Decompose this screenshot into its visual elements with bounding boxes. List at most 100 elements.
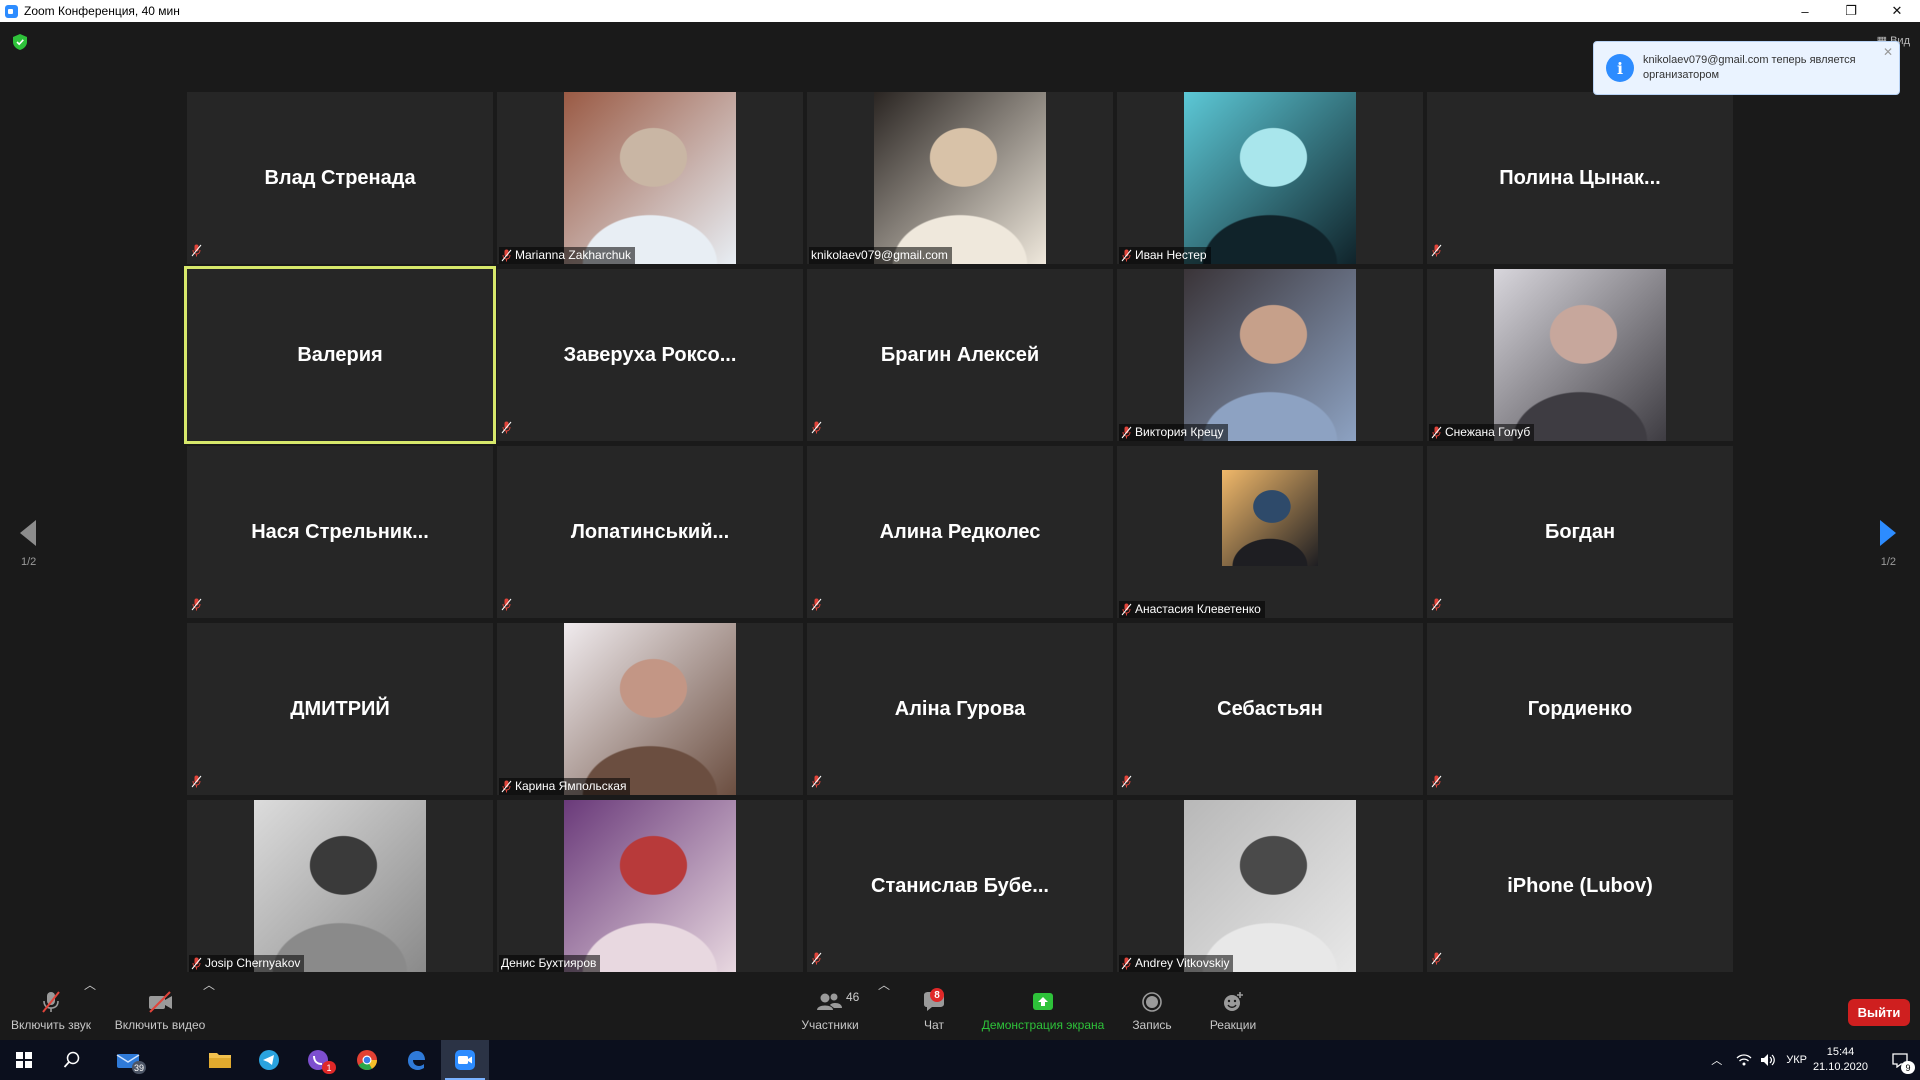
start-button[interactable] bbox=[0, 1040, 48, 1080]
chat-button[interactable]: 8 Чат bbox=[912, 976, 956, 1038]
taskbar-edge[interactable] bbox=[392, 1040, 440, 1080]
volume-icon[interactable] bbox=[1760, 1053, 1776, 1067]
participant-tile[interactable]: Заверуха Роксо... bbox=[497, 269, 803, 441]
encryption-shield-icon[interactable] bbox=[13, 34, 27, 50]
wifi-icon[interactable] bbox=[1736, 1053, 1752, 1067]
participant-name-text: Анастасия Клеветенко bbox=[1135, 602, 1261, 616]
taskbar-explorer[interactable] bbox=[196, 1040, 244, 1080]
participant-tile[interactable]: Богдан bbox=[1427, 446, 1733, 618]
participant-tile[interactable]: Денис Бухтияров bbox=[497, 800, 803, 972]
window-controls: – ❐ ✕ bbox=[1782, 0, 1920, 22]
participant-display-name: Алина Редколес bbox=[879, 520, 1041, 543]
mute-indicator bbox=[811, 952, 822, 970]
record-button[interactable]: Запись bbox=[1130, 976, 1174, 1038]
participant-tile[interactable]: Andrey Vitkovskiy bbox=[1117, 800, 1423, 972]
mute-indicator bbox=[191, 598, 202, 616]
muted-mic-icon bbox=[501, 421, 512, 434]
taskbar-mail[interactable]: 39 bbox=[104, 1040, 152, 1080]
participant-display-name: Лопатинський... bbox=[570, 520, 730, 543]
video-options-caret-icon[interactable]: ︿ bbox=[203, 976, 215, 993]
muted-mic-icon bbox=[501, 780, 512, 792]
participant-display-name: Полина Цынак... bbox=[1499, 166, 1661, 189]
share-screen-button[interactable]: Демонстрация экрана bbox=[976, 976, 1110, 1038]
participant-tile[interactable]: Иван Нестер bbox=[1117, 92, 1423, 264]
participant-tile[interactable]: iPhone (Lubov) bbox=[1427, 800, 1733, 972]
restore-button[interactable]: ❐ bbox=[1828, 0, 1874, 22]
muted-mic-icon bbox=[501, 249, 512, 261]
participant-tile[interactable]: Алина Редколес bbox=[807, 446, 1113, 618]
participant-tile[interactable]: Виктория Крецу bbox=[1117, 269, 1423, 441]
unmute-label: Включить звук bbox=[10, 1018, 92, 1032]
participants-caret-icon[interactable]: ︿ bbox=[878, 976, 890, 993]
participant-tile[interactable]: Карина Ямпольская bbox=[497, 623, 803, 795]
taskbar-viber[interactable]: 1 bbox=[294, 1040, 342, 1080]
participant-tile[interactable]: Снежана Голуб bbox=[1427, 269, 1733, 441]
mute-indicator bbox=[811, 421, 822, 439]
mute-indicator bbox=[191, 244, 202, 262]
participant-name-label: Иван Нестер bbox=[1119, 247, 1211, 264]
unmute-button[interactable]: Включить звук bbox=[8, 976, 94, 1038]
mute-indicator bbox=[811, 598, 822, 616]
window-title: Zoom Конференция, 40 мин bbox=[24, 4, 180, 18]
participant-tile[interactable]: Себастьян bbox=[1117, 623, 1423, 795]
next-page-arrow-icon[interactable] bbox=[1876, 516, 1900, 550]
action-center-button[interactable]: 9 bbox=[1880, 1040, 1920, 1080]
participant-tile[interactable]: Влад Стренада bbox=[187, 92, 493, 264]
participant-tile[interactable]: Брагин Алексей bbox=[807, 269, 1113, 441]
participant-tile[interactable]: Гордиенко bbox=[1427, 623, 1733, 795]
search-icon bbox=[63, 1051, 80, 1068]
minimize-button[interactable]: – bbox=[1782, 0, 1828, 22]
muted-mic-icon bbox=[191, 775, 202, 788]
mute-indicator bbox=[191, 775, 202, 793]
participant-tile[interactable]: knikolaev079@gmail.com bbox=[807, 92, 1113, 264]
participant-tile[interactable]: Marianna Zakharchuk bbox=[497, 92, 803, 264]
participant-tile[interactable]: Полина Цынак... bbox=[1427, 92, 1733, 264]
zoom-window: Zoom Конференция, 40 мин – ❐ ✕ ▦ Вид Вла… bbox=[0, 0, 1920, 1080]
participant-tile[interactable]: ДМИТРИЙ bbox=[187, 623, 493, 795]
participant-video-frame bbox=[874, 92, 1046, 264]
muted-mic-icon bbox=[191, 957, 202, 969]
participant-name-label: knikolaev079@gmail.com bbox=[809, 247, 952, 264]
participant-video-frame bbox=[1184, 800, 1356, 972]
participant-tile[interactable]: Анастасия Клеветенко bbox=[1117, 446, 1423, 618]
muted-mic-icon bbox=[501, 598, 512, 611]
participant-name-text: Снежана Голуб bbox=[1445, 425, 1531, 439]
participant-display-name: Валерия bbox=[297, 343, 383, 366]
muted-mic-icon bbox=[811, 421, 822, 434]
participant-tile[interactable]: Аліна Гурова bbox=[807, 623, 1113, 795]
start-video-button[interactable]: Включить видео bbox=[112, 976, 208, 1038]
participant-name-text: Виктория Крецу bbox=[1135, 425, 1224, 439]
participant-tile[interactable]: Josip Chernyakov bbox=[187, 800, 493, 972]
taskbar-zoom[interactable] bbox=[441, 1040, 489, 1080]
previous-page-arrow-icon[interactable] bbox=[16, 516, 40, 550]
participant-name-text: Andrey Vitkovskiy bbox=[1135, 956, 1230, 970]
share-screen-icon bbox=[1033, 993, 1053, 1010]
taskbar-telegram[interactable] bbox=[245, 1040, 293, 1080]
muted-mic-icon bbox=[1431, 598, 1442, 611]
mute-indicator bbox=[501, 421, 512, 439]
input-language[interactable]: УКР bbox=[1786, 1054, 1807, 1066]
participant-tile[interactable]: Лопатинський... bbox=[497, 446, 803, 618]
notification-close-icon[interactable]: ✕ bbox=[1883, 45, 1893, 59]
participant-tile[interactable]: Валерия bbox=[184, 266, 496, 444]
participants-button[interactable]: 46 Участники bbox=[794, 976, 866, 1038]
reactions-button[interactable]: Реакции bbox=[1206, 976, 1260, 1038]
notification-message: knikolaev079@gmail.com теперь является о… bbox=[1643, 54, 1856, 81]
taskbar-chrome[interactable] bbox=[343, 1040, 391, 1080]
zoom-icon bbox=[455, 1050, 475, 1070]
participant-tile[interactable]: Станислав Бубе... bbox=[807, 800, 1113, 972]
close-button[interactable]: ✕ bbox=[1874, 0, 1920, 22]
participant-name-text: Иван Нестер bbox=[1135, 248, 1207, 262]
audio-options-caret-icon[interactable]: ︿ bbox=[84, 976, 96, 993]
title-bar: Zoom Конференция, 40 мин – ❐ ✕ bbox=[0, 0, 1920, 22]
clock-date: 21.10.2020 bbox=[1812, 1061, 1868, 1073]
zoom-app-icon bbox=[5, 4, 18, 18]
mail-count-badge: 39 bbox=[131, 1061, 146, 1074]
leave-meeting-button[interactable]: Выйти bbox=[1848, 999, 1910, 1026]
clock[interactable]: 15:44 21.10.2020 bbox=[1813, 1045, 1868, 1075]
participants-label: Участники bbox=[801, 1018, 859, 1032]
show-hidden-icons-icon[interactable]: ︿ bbox=[1711, 1052, 1722, 1068]
muted-mic-icon bbox=[1121, 775, 1132, 788]
search-button[interactable] bbox=[48, 1040, 96, 1080]
participant-tile[interactable]: Нася Стрельник... bbox=[187, 446, 493, 618]
